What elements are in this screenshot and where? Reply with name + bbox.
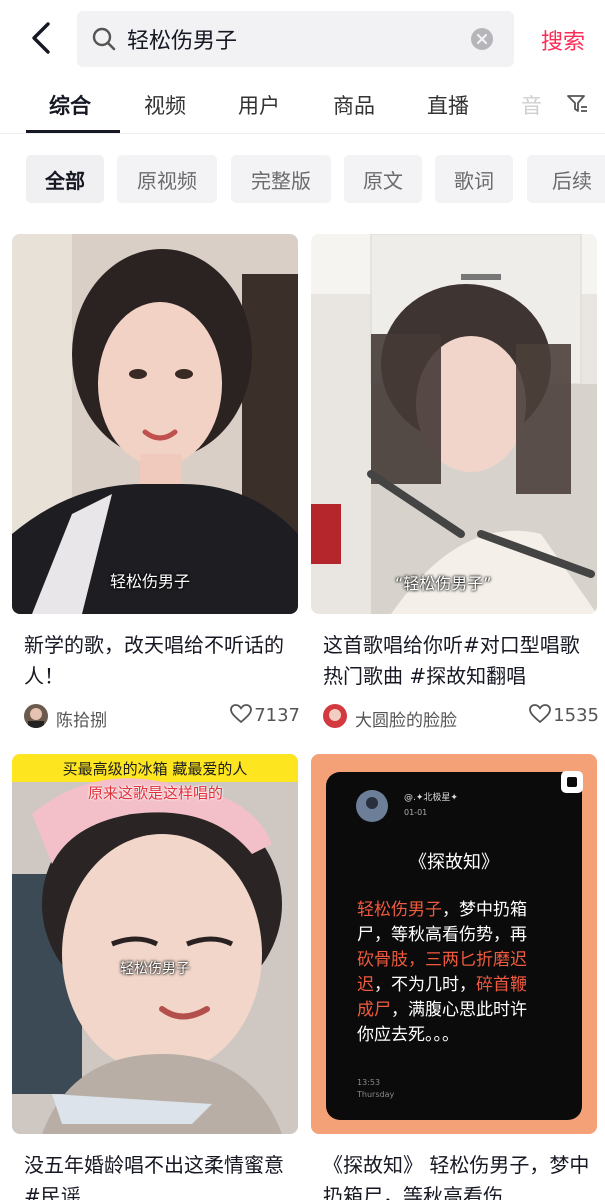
category-tabs: 综合 视频 用户 商品 直播 音	[0, 78, 605, 134]
post-day: Thursday	[357, 1090, 395, 1099]
video-thumbnail: “轻松伤男子”	[311, 234, 597, 614]
clear-icon[interactable]	[470, 27, 494, 51]
filter-chips: 全部 原视频 完整版 原文 歌词 后续	[0, 155, 605, 203]
post-highlight: 轻松伤男子	[357, 900, 442, 920]
post-time: 13:53	[357, 1078, 381, 1087]
like-count-value: 7137	[254, 705, 300, 726]
chip-original-video[interactable]: 原视频	[117, 155, 217, 203]
post-heading: 《探故知》	[409, 852, 499, 873]
post-highlight: 迟	[357, 975, 374, 995]
search-box[interactable]	[77, 11, 514, 67]
post-highlight: 碎首鞭	[476, 975, 527, 995]
search-input[interactable]	[127, 19, 457, 59]
post-highlight: 成尸	[357, 1000, 391, 1020]
video-meta: 大圆脸的脸脸 1535	[323, 704, 599, 732]
post-highlight: 砍骨肢，三两匕折磨迟	[357, 950, 527, 970]
active-tab-indicator	[26, 130, 120, 133]
video-card[interactable]: “轻松伤男子” 这首歌唱给你听#对口型唱歌热门歌曲 #探故知翻唱 大圆脸的脸脸 …	[311, 234, 599, 731]
chip-follow-up[interactable]: 后续	[527, 155, 605, 203]
author-name[interactable]: 陈拾捌	[56, 706, 107, 731]
video-card[interactable]: @.✦北极星✦ 01-01 《探故知》 轻松伤男子，梦中扔箱 尸，等秋高看伤势，…	[311, 754, 597, 1200]
video-overlay-caption: 轻松伤男子	[120, 961, 190, 977]
video-title: 没五年婚龄唱不出这柔情蜜意#民谣	[24, 1153, 284, 1200]
video-banner-subtitle: 原来这歌是这样唱的	[88, 784, 224, 802]
like-count: 1535	[529, 704, 599, 726]
post-text: ，满腹心思此时许	[391, 1000, 527, 1020]
author-name[interactable]: 大圆脸的脸脸	[355, 706, 457, 731]
video-thumbnail: 买最高级的冰箱 藏最爱的人 原来这歌是这样唱的 轻松伤男子	[12, 754, 298, 1134]
text-post-card: @.✦北极星✦ 01-01 《探故知》 轻松伤男子，梦中扔箱 尸，等秋高看伤势，…	[326, 771, 583, 1120]
heart-icon	[230, 704, 253, 724]
chip-lyrics[interactable]: 歌词	[435, 155, 513, 203]
video-banner-text: 买最高级的冰箱 藏最爱的人	[62, 760, 248, 778]
heart-icon	[529, 704, 552, 724]
post-text: ，梦中扔箱	[442, 900, 527, 920]
expand-icon	[561, 771, 583, 793]
video-thumbnail: @.✦北极星✦ 01-01 《探故知》 轻松伤男子，梦中扔箱 尸，等秋高看伤势，…	[311, 754, 597, 1134]
like-count: 7137	[230, 704, 300, 726]
search-button[interactable]: 搜索	[541, 24, 585, 56]
top-bar: 搜索	[0, 0, 605, 78]
video-card[interactable]: 轻松伤男子 新学的歌，改天唱给不听话的人！ 陈拾捌 7137	[12, 234, 300, 731]
tab-products[interactable]: 商品	[333, 90, 375, 120]
avatar[interactable]	[24, 704, 48, 728]
tab-users[interactable]: 用户	[238, 90, 280, 120]
tab-music[interactable]: 音	[521, 90, 542, 120]
chip-original-text[interactable]: 原文	[344, 155, 422, 203]
post-username: @.✦北极星✦	[404, 793, 458, 803]
tab-comprehensive[interactable]: 综合	[49, 90, 91, 120]
search-icon	[92, 27, 116, 51]
video-meta: 陈拾捌 7137	[24, 704, 300, 732]
video-title: 这首歌唱给你听#对口型唱歌热门歌曲 #探故知翻唱	[323, 633, 580, 688]
post-text: 尸，等秋高看伤势，再	[357, 925, 527, 945]
tab-video[interactable]: 视频	[144, 90, 186, 120]
video-thumbnail: 轻松伤男子	[12, 234, 298, 614]
post-date: 01-01	[404, 808, 428, 817]
video-title: 新学的歌，改天唱给不听话的人！	[24, 633, 284, 688]
video-card[interactable]: 买最高级的冰箱 藏最爱的人 原来这歌是这样唱的 轻松伤男子 没五年婚龄唱不出这柔…	[12, 754, 298, 1200]
post-avatar	[356, 790, 388, 822]
post-text: 你应去死。。。	[357, 1025, 459, 1045]
video-title: 《探故知》 轻松伤男子，梦中扔箱尸，等秋高看伤	[323, 1153, 590, 1200]
chip-all[interactable]: 全部	[26, 155, 104, 203]
post-body: 轻松伤男子，梦中扔箱 尸，等秋高看伤势，再 砍骨肢，三两匕折磨迟 迟，不为几时，…	[357, 898, 577, 1048]
like-count-value: 1535	[553, 705, 599, 726]
video-overlay-caption: 轻松伤男子	[110, 572, 191, 591]
video-overlay-caption: “轻松伤男子”	[395, 574, 492, 593]
avatar[interactable]	[323, 704, 347, 728]
chip-full-version[interactable]: 完整版	[231, 155, 331, 203]
back-arrow-icon[interactable]	[24, 18, 60, 58]
tab-live[interactable]: 直播	[427, 90, 469, 120]
filter-icon[interactable]	[565, 92, 589, 116]
post-text: ，不为几时，	[374, 975, 476, 995]
